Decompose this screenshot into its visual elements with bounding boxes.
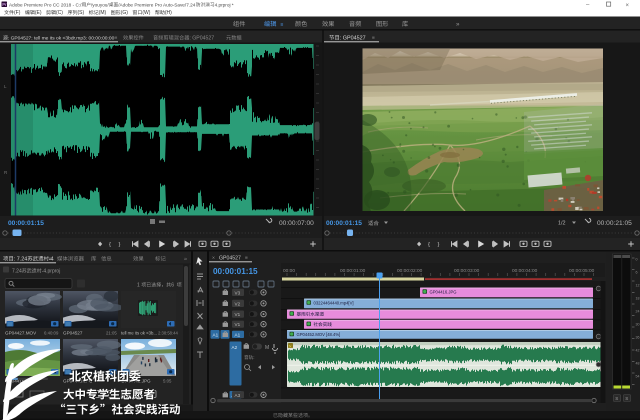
svg-text:42: 42 bbox=[636, 349, 640, 353]
svg-text:(E): (E) bbox=[35, 10, 42, 16]
svg-text:6: 6 bbox=[171, 283, 174, 289]
svg-text:}: } bbox=[438, 242, 440, 248]
svg-text:×: × bbox=[212, 256, 215, 262]
svg-text:1/2: 1/2 bbox=[558, 221, 566, 227]
svg-text:00:00:07:00: 00:00:07:00 bbox=[279, 220, 314, 227]
svg-text:00:00:01:00: 00:00:01:00 bbox=[340, 268, 366, 274]
svg-text:00:00: 00:00 bbox=[283, 268, 295, 274]
svg-text:GP04427.MOV: GP04427.MOV bbox=[5, 331, 37, 336]
svg-text:×: × bbox=[626, 3, 630, 9]
svg-text:GP04416.JPG: GP04416.JPG bbox=[430, 289, 457, 294]
svg-text:30: 30 bbox=[636, 323, 640, 327]
svg-text:»: » bbox=[184, 257, 187, 263]
svg-text:00:00:02:00: 00:00:02:00 bbox=[397, 268, 423, 274]
svg-text:00:00:03:00: 00:00:03:00 bbox=[454, 268, 480, 274]
svg-text::: : bbox=[253, 355, 254, 360]
svg-text:(H): (H) bbox=[165, 10, 172, 16]
svg-text:V1: V1 bbox=[235, 322, 241, 327]
svg-text:00:00:04:00: 00:00:04:00 bbox=[512, 268, 538, 274]
svg-text:21:05: 21:05 bbox=[106, 331, 117, 336]
svg-text:(W): (W) bbox=[142, 10, 150, 16]
svg-text:36: 36 bbox=[636, 336, 640, 340]
svg-text:fx: fx bbox=[289, 344, 292, 348]
svg-text:{: { bbox=[109, 242, 111, 248]
svg-text:GP04527: GP04527 bbox=[63, 331, 83, 336]
svg-text:S: S bbox=[625, 396, 628, 401]
svg-text:≡: ≡ bbox=[49, 257, 52, 263]
svg-text:GP04452.MOV [48.4%]: GP04452.MOV [48.4%] bbox=[297, 332, 341, 337]
svg-text:≡: ≡ bbox=[372, 36, 375, 42]
svg-text:00:00:21:05: 00:00:21:05 bbox=[597, 220, 632, 227]
svg-text:(F): (F) bbox=[14, 10, 21, 16]
svg-text:A3: A3 bbox=[235, 393, 241, 398]
svg-text:A2: A2 bbox=[232, 345, 238, 350]
svg-text:≡: ≡ bbox=[245, 256, 248, 262]
svg-text:5:05: 5:05 bbox=[163, 379, 172, 384]
svg-text:V1: V1 bbox=[235, 312, 241, 317]
svg-text:(M): (M) bbox=[99, 10, 107, 16]
svg-text:03224464440.mp4[V]: 03224464440.mp4[V] bbox=[314, 300, 354, 305]
svg-text:00:00:05:00: 00:00:05:00 bbox=[569, 268, 595, 274]
svg-text:18: 18 bbox=[636, 297, 640, 301]
svg-text:2:38:58:44: 2:38:58:44 bbox=[158, 331, 178, 336]
svg-text:0: 0 bbox=[636, 258, 638, 262]
svg-text:V3: V3 bbox=[235, 290, 241, 295]
svg-text:24: 24 bbox=[636, 310, 640, 314]
svg-text:7.24: 7.24 bbox=[12, 269, 22, 275]
svg-text:}: } bbox=[119, 242, 121, 248]
svg-text:»: » bbox=[456, 21, 460, 28]
svg-text:: GP04527: : GP04527 bbox=[340, 36, 366, 42]
svg-text:54: 54 bbox=[636, 375, 640, 379]
svg-text:/youyou/: /youyou/ bbox=[91, 2, 109, 7]
svg-text:S: S bbox=[615, 396, 618, 401]
svg-text:12: 12 bbox=[636, 284, 640, 288]
svg-text:6:40:09: 6:40:09 bbox=[44, 331, 59, 336]
svg-text:tell me its ok <3b...: tell me its ok <3b... bbox=[121, 331, 157, 336]
svg-text:(S): (S) bbox=[78, 10, 85, 16]
svg-text:(C): (C) bbox=[56, 10, 63, 16]
svg-text:≡: ≡ bbox=[281, 22, 284, 28]
svg-text:6: 6 bbox=[636, 271, 638, 275]
svg-text:: 7.24: : 7.24 bbox=[14, 257, 27, 263]
svg-text:: GP04527: : GP04527 bbox=[189, 36, 214, 42]
svg-text:00:00:01:15: 00:00:01:15 bbox=[213, 267, 258, 276]
svg-text:4.prproj *: 4.prproj * bbox=[215, 2, 234, 7]
svg-text:(G): (G) bbox=[121, 10, 129, 16]
svg-text:GP04527: GP04527 bbox=[219, 256, 241, 262]
svg-text:00:00:01:15: 00:00:01:15 bbox=[326, 220, 362, 227]
svg-text:{: { bbox=[428, 242, 430, 248]
svg-text:≡: ≡ bbox=[115, 36, 118, 42]
svg-text:1: 1 bbox=[137, 283, 140, 289]
svg-text:: GP04527: tell me its ok <3bd: : GP04527: tell me its ok <3bdr.mp3: 00:… bbox=[8, 36, 115, 42]
svg-text:Adobe Premiere Pro CC 2018 - C: Adobe Premiere Pro CC 2018 - C:/ bbox=[9, 2, 82, 7]
svg-text:Pr: Pr bbox=[2, 2, 7, 7]
svg-text:-4.prproj: -4.prproj bbox=[42, 269, 61, 275]
svg-text:48: 48 bbox=[636, 362, 640, 366]
svg-text:/Adobe Premiere Pro Auto-Save/: /Adobe Premiere Pro Auto-Save/7.24 bbox=[118, 2, 196, 7]
svg-text:A1: A1 bbox=[213, 333, 219, 338]
svg-text:V2: V2 bbox=[235, 301, 241, 306]
svg-text:00:00:01:15: 00:00:01:15 bbox=[8, 220, 44, 227]
svg-text:A1: A1 bbox=[235, 332, 241, 337]
svg-text:M: M bbox=[265, 345, 269, 351]
